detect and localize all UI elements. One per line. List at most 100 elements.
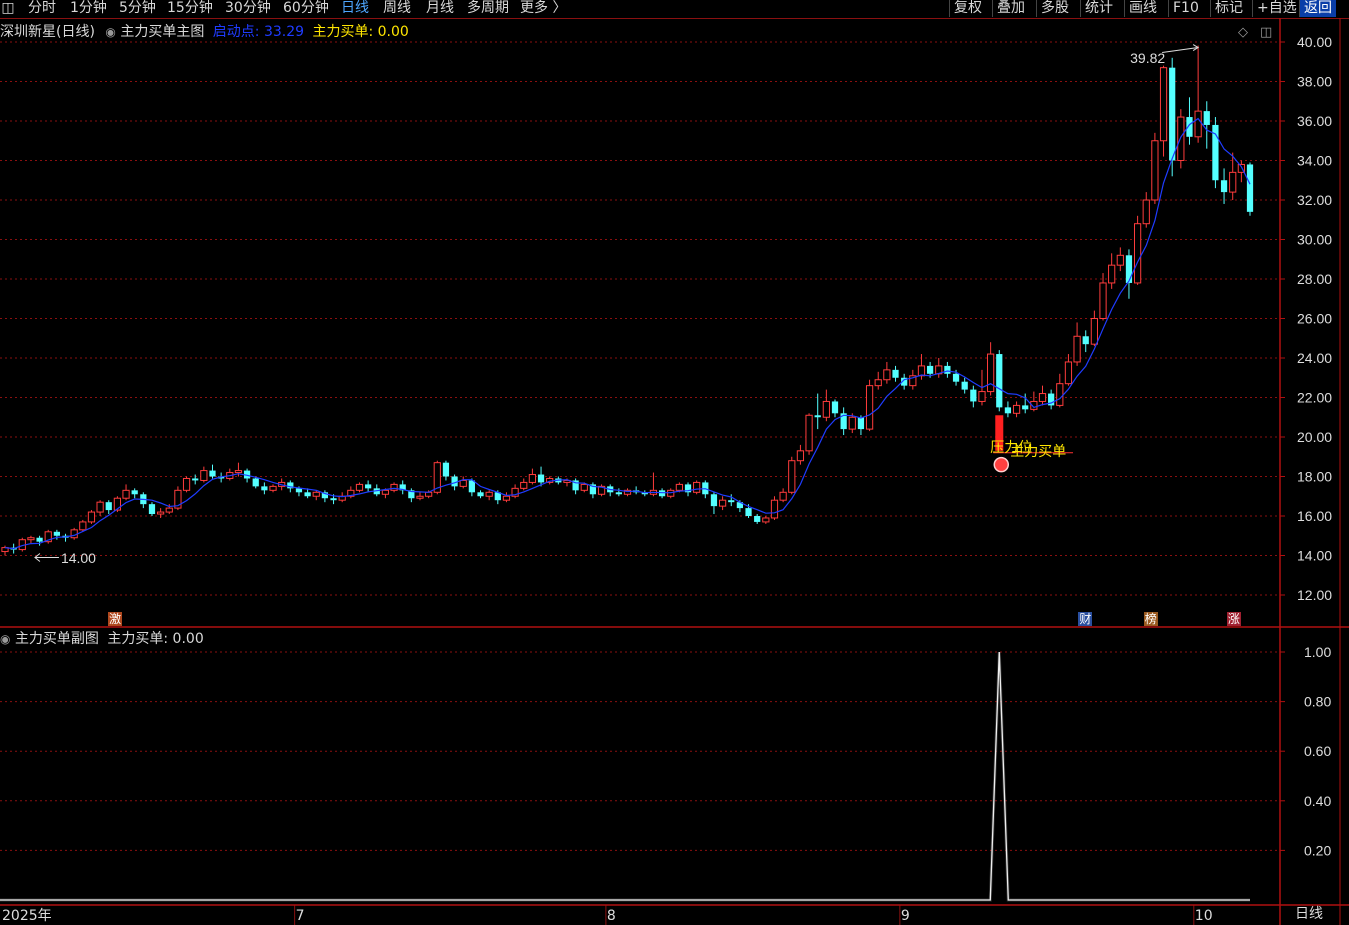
candle-up (779, 491, 787, 501)
candle-down (1125, 255, 1133, 283)
candle-up (675, 483, 683, 491)
high-arrow-line (1162, 47, 1199, 54)
candle-up (762, 517, 770, 523)
candle-up (96, 501, 104, 513)
candle-down (442, 462, 450, 477)
sub-y-tick-label: 1.00 (1304, 644, 1331, 660)
candle-up (381, 489, 390, 495)
y-tick-label: 38.00 (1297, 74, 1332, 90)
sub-buy-line (0, 651, 1250, 901)
x-tick-label: 9 (901, 908, 910, 924)
candle-up (234, 470, 243, 474)
candle-up (1108, 264, 1116, 284)
candle-up (485, 491, 493, 497)
buy-signal-dot (993, 456, 1010, 473)
candle-up (390, 483, 398, 491)
candle-up (1194, 110, 1202, 138)
candle-down (926, 365, 934, 374)
candle-down (996, 354, 1003, 408)
candle-down (295, 488, 303, 493)
candle-down (831, 401, 839, 414)
candle-up (165, 507, 173, 513)
x-tick-label: 8 (607, 908, 616, 924)
candle-down (131, 490, 138, 495)
candle-up (1159, 67, 1168, 142)
sub-buy-line-glow (0, 651, 1250, 902)
candle-up (87, 511, 96, 523)
sub-y-tick-label: 0.60 (1304, 743, 1331, 759)
candle-up (355, 483, 364, 491)
candle-up (883, 369, 891, 381)
candle-down (944, 365, 951, 374)
candle-up (1177, 116, 1185, 162)
x-tick-label: 2025年 (2, 908, 52, 924)
candle-up (1073, 335, 1081, 363)
candle-down (754, 516, 761, 522)
event-marker-3[interactable]: 涨 (1226, 612, 1241, 626)
high-price-label: 39.82 (1130, 49, 1166, 66)
candle-up (580, 483, 588, 491)
candle-up (269, 485, 277, 491)
candle-up (157, 511, 165, 515)
candle-up (693, 481, 701, 493)
y-tick-label: 24.00 (1297, 350, 1332, 366)
candle-down (1169, 67, 1176, 161)
y-tick-label: 34.00 (1297, 153, 1332, 169)
sub-y-tick-label: 0.20 (1304, 842, 1331, 858)
candle-up (1151, 140, 1159, 201)
candle-up (122, 489, 130, 499)
candle-up (1116, 254, 1124, 266)
candle-down (36, 537, 43, 542)
event-marker-2[interactable]: 榜 (1143, 612, 1158, 626)
candle-up (416, 495, 424, 499)
candle-up (1056, 383, 1064, 406)
y-tick-label: 40.00 (1297, 34, 1332, 50)
candle-up (770, 499, 779, 519)
candle-down (53, 531, 60, 536)
candle-down (1082, 336, 1089, 345)
candle-down (615, 492, 622, 495)
candle-down (1203, 111, 1210, 125)
sub-y-tick-label: 0.80 (1304, 694, 1331, 710)
candle-down (970, 389, 977, 402)
candle-up (528, 474, 537, 483)
candle-down (892, 369, 899, 378)
candle-down (477, 492, 484, 497)
main-buy-signal-label: 主力买单 (1010, 443, 1067, 460)
candle-up (200, 470, 208, 481)
candle-down (1246, 164, 1254, 212)
candle-down (857, 417, 865, 430)
candle-down (952, 373, 960, 382)
candle-down (745, 508, 752, 516)
candle-down (304, 492, 311, 497)
candle-down (961, 381, 968, 390)
candle-down (261, 486, 268, 491)
candle-up (1229, 171, 1237, 193)
low-price-label: 14.00 (60, 549, 96, 566)
candle-up (1012, 404, 1021, 414)
y-tick-label: 14.00 (1297, 548, 1332, 564)
candle-down (468, 480, 475, 493)
candle-up (459, 479, 467, 487)
candle-up (1099, 282, 1107, 320)
period-label[interactable]: 日线 (1295, 906, 1323, 922)
candle-up (1142, 199, 1150, 225)
kline-chart[interactable]: 12.00 14.00 16.00 18.00 20.00 22.00 24.00 26.00… (0, 0, 1349, 925)
candle-down (330, 498, 337, 501)
event-marker-0[interactable]: 激 (108, 612, 123, 626)
y-tick-label: 18.00 (1297, 469, 1332, 485)
y-tick-label: 22.00 (1297, 390, 1332, 406)
candle-down (209, 470, 216, 477)
candle-up (502, 495, 511, 501)
y-tick-label: 36.00 (1297, 113, 1332, 129)
y-tick-label: 28.00 (1297, 271, 1332, 287)
candle-up (312, 491, 320, 497)
candle-down (1022, 405, 1029, 410)
candle-down (710, 494, 718, 507)
candle-up (917, 365, 926, 377)
x-tick-label: 7 (296, 908, 305, 924)
candle-down (1004, 407, 1012, 414)
candle-up (865, 385, 874, 430)
event-marker-1[interactable]: 财 (1078, 612, 1093, 626)
candle-down (105, 502, 112, 511)
